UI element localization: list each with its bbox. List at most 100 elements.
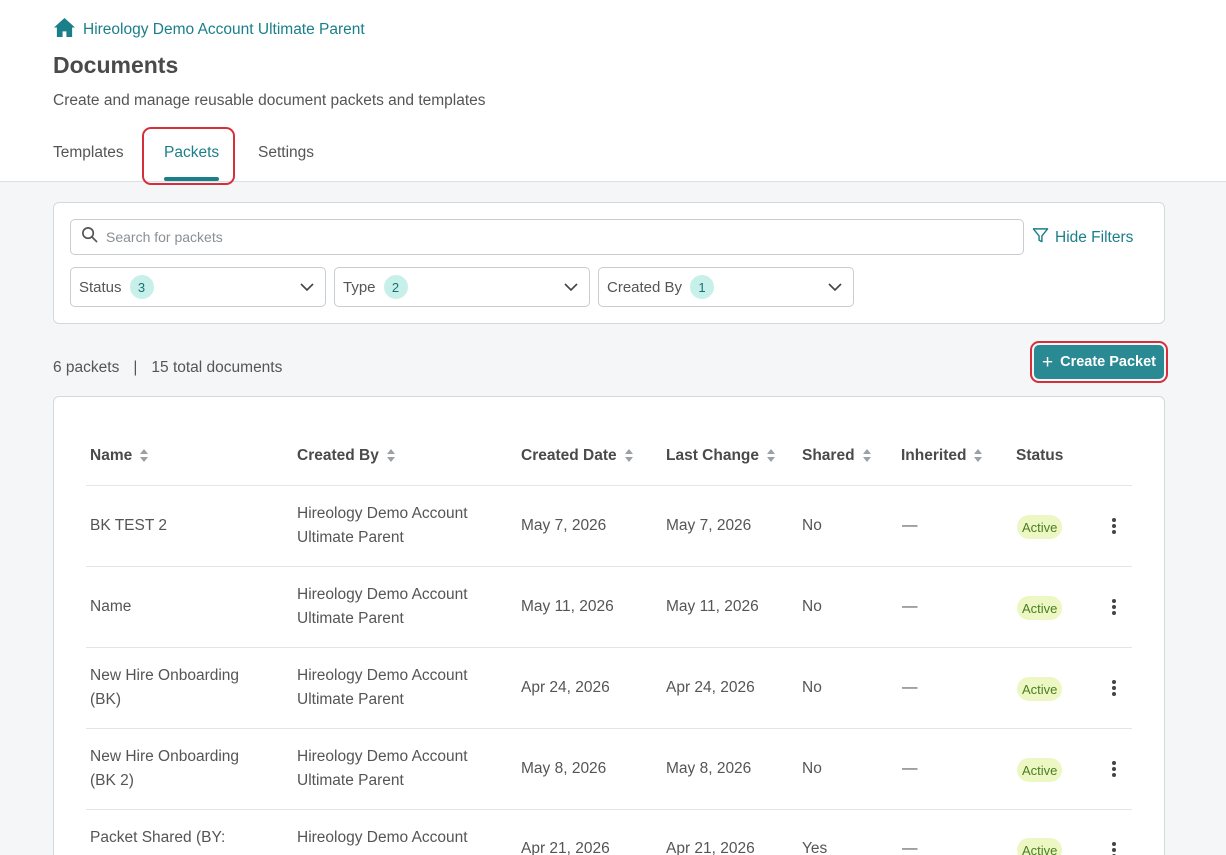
inherited-value: — (902, 598, 918, 615)
chevron-down-icon (563, 279, 579, 295)
home-icon[interactable] (53, 17, 83, 43)
packet-name-line-1[interactable]: Packet Shared (BY: (90, 826, 225, 850)
created-by-line-2: Ultimate Parent (297, 610, 404, 627)
created-by-line-1: Hireology Demo Account (297, 505, 468, 522)
more-actions-icon[interactable] (1106, 597, 1122, 617)
packet-name[interactable]: BK TEST 2 (90, 514, 167, 538)
more-actions-icon[interactable] (1106, 759, 1122, 779)
created-by-filter-dropdown[interactable]: Created By 1 (598, 267, 854, 307)
more-actions-icon[interactable] (1106, 840, 1122, 855)
created-by-line-1: Hireology Demo Account (297, 586, 468, 603)
column-header-label: Created Date (521, 447, 617, 464)
created-by-line-2: Ultimate Parent (297, 691, 404, 708)
row-divider (86, 566, 1132, 567)
inherited-value: — (902, 840, 918, 855)
last-change: Apr 21, 2026 (666, 840, 755, 855)
chevron-down-icon (827, 279, 843, 295)
breadcrumb-account-link[interactable]: Hireology Demo Account Ultimate Parent (83, 21, 365, 39)
inherited-value: — (902, 760, 918, 777)
last-change: May 7, 2026 (666, 517, 752, 534)
status-badge: Active (1017, 758, 1063, 782)
last-change: May 11, 2026 (666, 598, 759, 615)
more-actions-icon[interactable] (1106, 678, 1122, 698)
sort-icon[interactable] (974, 449, 983, 463)
packet-name[interactable]: Name (90, 595, 131, 619)
last-change: Apr 24, 2026 (666, 679, 755, 696)
inherited-value: — (902, 679, 918, 696)
created-date: Apr 24, 2026 (521, 679, 610, 696)
column-header-label: Inherited (901, 447, 967, 464)
more-actions-icon[interactable] (1106, 516, 1122, 536)
status-badge: Active (1017, 838, 1063, 855)
packet-count: 6 packets (53, 359, 120, 376)
packet-name-line-1[interactable]: New Hire Onboarding (90, 745, 239, 769)
search-icon (81, 226, 106, 248)
row-divider (86, 809, 1132, 810)
sort-icon[interactable] (624, 449, 634, 463)
column-header-label: Last Change (666, 447, 760, 464)
column-header-label: Shared (802, 447, 855, 464)
created-date: May 8, 2026 (521, 760, 607, 777)
search-input[interactable] (106, 229, 986, 245)
shared-value: No (802, 598, 822, 615)
tab-templates[interactable]: Templates (53, 144, 124, 162)
document-count: 15 total documents (151, 359, 283, 376)
created-by-line-2: Ultimate Parent (297, 529, 404, 546)
hide-filters-button[interactable]: Hide Filters (1032, 227, 1133, 249)
sort-icon[interactable] (386, 449, 396, 463)
packets-tab-highlight (142, 127, 235, 185)
column-header-inherited[interactable]: Inherited (901, 447, 983, 465)
created-by-filter-count-badge: 1 (690, 275, 715, 299)
packet-summary: 6 packets | 15 total documents (53, 359, 282, 377)
row-divider (86, 647, 1132, 648)
last-change: May 8, 2026 (666, 760, 752, 777)
created-date: Apr 21, 2026 (521, 840, 610, 855)
shared-value: No (802, 679, 822, 696)
status-badge: Active (1017, 515, 1063, 539)
shared-value: Yes (802, 840, 828, 855)
created-by-line-1: Hireology Demo Account (297, 829, 468, 846)
created-date: May 7, 2026 (521, 517, 607, 534)
breadcrumb[interactable]: Hireology Demo Account Ultimate Parent (53, 17, 365, 43)
tab-settings[interactable]: Settings (258, 144, 314, 162)
hide-filters-label: Hide Filters (1055, 229, 1134, 246)
created-by-filter-label: Created By (607, 278, 683, 296)
column-header-name[interactable]: Name (90, 447, 149, 465)
sort-icon[interactable] (767, 449, 776, 463)
create-packet-label: Create Packet (1060, 354, 1157, 370)
column-header-status: Status (1016, 447, 1063, 465)
create-packet-button[interactable]: + Create Packet (1034, 345, 1164, 379)
column-header-created-by[interactable]: Created By (297, 447, 396, 465)
page-subtitle: Create and manage reusable document pack… (53, 92, 486, 109)
column-header-label: Created By (297, 447, 379, 464)
created-by-line-2: Ultimate Parent (297, 772, 404, 789)
column-header-shared[interactable]: Shared (802, 447, 872, 465)
plus-icon: + (1041, 351, 1054, 373)
shared-value: No (802, 760, 822, 777)
column-header-created-date[interactable]: Created Date (521, 447, 634, 465)
type-filter-label: Type (343, 278, 376, 296)
column-header-last-change[interactable]: Last Change (666, 447, 776, 465)
row-divider (86, 485, 1132, 486)
page-title: Documents (53, 52, 179, 78)
status-filter-count-badge: 3 (129, 275, 154, 299)
status-filter-dropdown[interactable]: Status 3 (70, 267, 326, 307)
status-badge: Active (1017, 596, 1063, 620)
column-header-label: Name (90, 447, 133, 464)
type-filter-dropdown[interactable]: Type 2 (334, 267, 590, 307)
packet-name-line-2[interactable]: (BK 2) (90, 769, 134, 793)
packet-name-line-2[interactable]: (BK) (90, 688, 121, 712)
search-box[interactable] (70, 219, 1024, 255)
sort-icon[interactable] (862, 449, 872, 463)
filters-panel: Hide Filters Status 3 Type 2 Created By … (53, 202, 1165, 324)
created-by-line-1: Hireology Demo Account (297, 667, 468, 684)
sort-icon[interactable] (140, 449, 149, 463)
summary-separator: | (133, 359, 138, 376)
status-filter-label: Status (79, 278, 122, 296)
status-badge: Active (1017, 677, 1063, 701)
created-date: May 11, 2026 (521, 598, 614, 615)
created-by-line-1: Hireology Demo Account (297, 748, 468, 765)
column-header-label: Status (1016, 447, 1064, 464)
packet-name-line-1[interactable]: New Hire Onboarding (90, 664, 239, 688)
type-filter-count-badge: 2 (383, 275, 408, 299)
